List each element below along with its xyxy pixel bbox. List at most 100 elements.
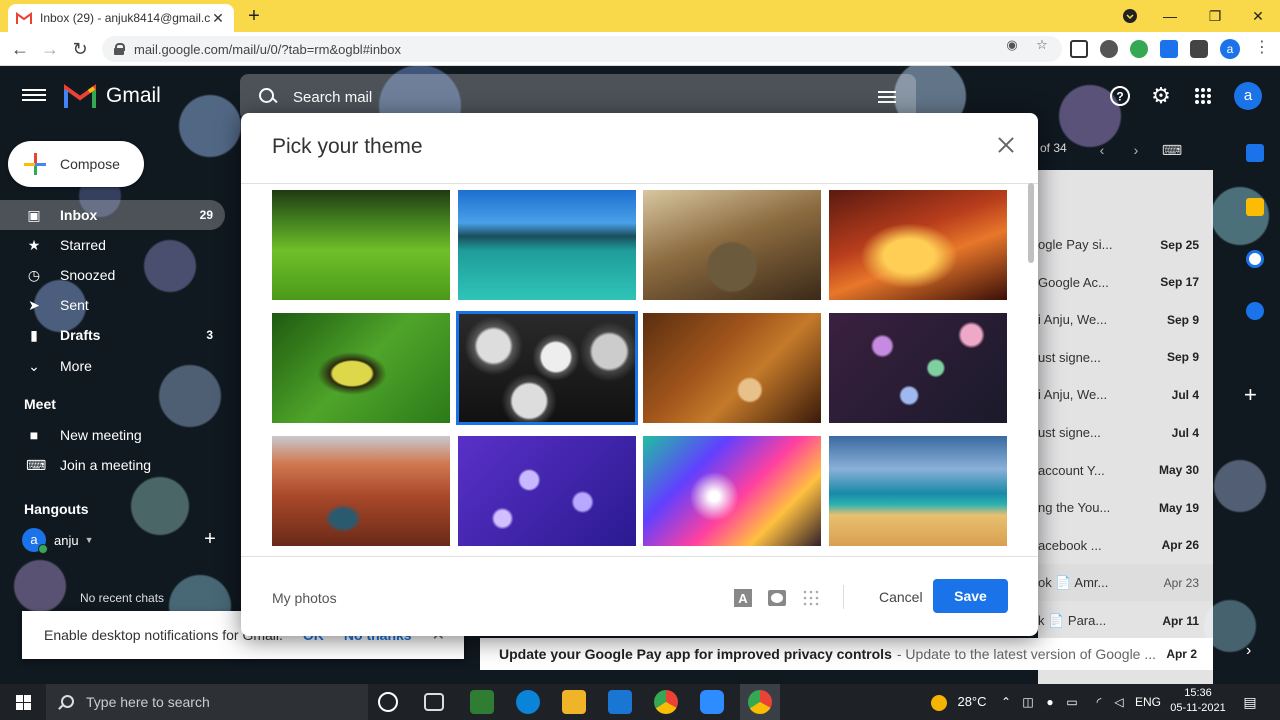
zoom-app-icon[interactable] <box>700 690 724 714</box>
restore-icon[interactable]: ❐ <box>1203 4 1227 28</box>
chrome-icon[interactable] <box>654 690 678 714</box>
extension-blue-icon[interactable] <box>1160 40 1178 58</box>
dialog-scrollbar[interactable] <box>1028 183 1034 263</box>
extensions-puzzle-icon[interactable] <box>1190 40 1208 58</box>
gmail-logo[interactable]: Gmail <box>64 84 161 108</box>
email-row[interactable]: ok 📄 Amr... Apr 23 <box>1038 564 1213 602</box>
cancel-button[interactable]: Cancel <box>867 579 935 615</box>
microphone-icon[interactable]: ● <box>1042 684 1058 720</box>
bookmark-star-icon[interactable]: ☆ <box>1032 37 1052 55</box>
cortana-icon[interactable] <box>378 692 398 712</box>
browser-tab[interactable]: Inbox (29) - anjuk8414@gmail.com ✕ <box>8 4 234 32</box>
email-row[interactable]: account Y... May 30 <box>1038 452 1213 489</box>
window-close-icon[interactable]: ✕ <box>1246 4 1270 28</box>
add-addon-icon[interactable]: + <box>1244 382 1257 408</box>
email-row[interactable]: ng the You... May 19 <box>1038 489 1213 526</box>
vignette-icon[interactable] <box>767 589 787 607</box>
reload-icon[interactable]: ↻ <box>68 37 92 61</box>
theme-thumbnail-beach[interactable] <box>828 436 1007 546</box>
back-icon[interactable]: ← <box>8 37 32 61</box>
newer-page-icon[interactable]: ‹ <box>1090 138 1114 162</box>
tab-search-icon[interactable] <box>1118 4 1142 28</box>
email-row[interactable]: acebook ... Apr 26 <box>1038 527 1213 564</box>
cast-icon[interactable] <box>1070 40 1088 58</box>
browser-menu-icon[interactable]: ⋮ <box>1252 37 1272 56</box>
input-language[interactable]: ENG <box>1134 684 1162 720</box>
sidebar-item-more[interactable]: ⌄ More <box>0 351 225 381</box>
tab-close-icon[interactable]: ✕ <box>210 10 226 27</box>
chrome-active-icon[interactable] <box>748 690 772 714</box>
tray-app-icon[interactable]: ◫ <box>1020 684 1036 720</box>
forward-icon[interactable]: → <box>38 37 62 61</box>
email-row[interactable]: k 📄 Para... Apr 11 <box>1038 602 1213 639</box>
edge-browser-icon[interactable] <box>516 690 540 714</box>
extension-green-icon[interactable] <box>1130 40 1148 58</box>
sidebar-item-starred[interactable]: ★ Starred <box>0 230 225 260</box>
expand-side-panel-icon[interactable]: › <box>1246 642 1251 660</box>
theme-thumbnail-caterpillar[interactable] <box>272 313 450 423</box>
windows-start-icon[interactable] <box>0 684 46 720</box>
account-avatar[interactable]: a <box>1234 82 1262 110</box>
sidebar-item-inbox[interactable]: ▣ Inbox 29 <box>0 200 225 230</box>
hangouts-user[interactable]: a anju ▼ <box>22 528 94 554</box>
email-row[interactable]: ust signe... Sep 9 <box>1038 339 1213 376</box>
blur-icon[interactable] <box>801 589 821 607</box>
tasks-icon[interactable] <box>1246 250 1264 268</box>
eye-icon[interactable]: ◉ <box>1002 37 1022 55</box>
battery-icon[interactable]: ▭ <box>1064 684 1080 720</box>
theme-thumbnail-horseshoe-bend[interactable] <box>272 436 450 546</box>
task-view-icon[interactable] <box>424 693 444 711</box>
theme-thumbnail-autumn-leaves[interactable] <box>643 313 821 423</box>
calendar-icon[interactable] <box>1246 144 1264 162</box>
text-background-icon[interactable]: A <box>733 589 753 607</box>
weather-temp[interactable]: 28°C <box>954 684 990 720</box>
theme-thumbnail-rainbow[interactable] <box>643 436 821 546</box>
theme-thumbnail-jellyfish[interactable] <box>457 436 636 546</box>
taskbar-search-box[interactable]: Type here to search <box>46 684 368 720</box>
tray-overflow-icon[interactable]: ⌃ <box>998 684 1014 720</box>
join-meeting-item[interactable]: ⌨ Join a meeting <box>0 450 225 480</box>
theme-thumbnail-bokeh[interactable] <box>828 313 1007 423</box>
email-row[interactable]: ogle Pay si... Sep 25 <box>1038 226 1213 263</box>
volume-muted-icon[interactable]: ◁ <box>1110 684 1128 720</box>
sidebar-item-drafts[interactable]: ▮ Drafts 3 <box>0 320 225 350</box>
new-meeting-item[interactable]: ■ New meeting <box>0 420 225 450</box>
mail-app-icon[interactable] <box>608 690 632 714</box>
url-field[interactable]: mail.google.com/mail/u/0/?tab=rm&ogbl#in… <box>102 36 1062 62</box>
input-tools-icon[interactable]: ⌨ <box>1160 138 1184 162</box>
search-input[interactable]: Search mail <box>293 89 878 106</box>
dialog-close-icon[interactable] <box>996 135 1016 155</box>
theme-thumbnail-pipes[interactable] <box>455 311 638 425</box>
add-chat-icon[interactable]: + <box>200 528 220 551</box>
settings-gear-icon[interactable]: ⚙ <box>1149 84 1173 108</box>
apps-grid-icon[interactable] <box>1191 84 1215 108</box>
sidebar-item-sent[interactable]: ➤ Sent <box>0 290 225 320</box>
search-options-icon[interactable] <box>878 89 898 105</box>
email-row[interactable]: i Anju, We... Sep 9 <box>1038 301 1213 338</box>
search-icon[interactable] <box>258 87 278 107</box>
theme-thumbnail-grass[interactable] <box>272 190 450 300</box>
main-menu-icon[interactable] <box>22 86 46 106</box>
wifi-icon[interactable]: ◜ <box>1090 684 1108 720</box>
new-tab-icon[interactable]: + <box>244 4 264 28</box>
email-row[interactable]: i Anju, We... Jul 4 <box>1038 376 1213 413</box>
compose-button[interactable]: Compose <box>8 141 144 187</box>
keep-icon[interactable] <box>1246 198 1264 216</box>
browser-profile-avatar[interactable]: a <box>1220 39 1240 59</box>
file-explorer-icon[interactable] <box>562 690 586 714</box>
sidebar-item-snoozed[interactable]: ◷ Snoozed <box>0 260 225 290</box>
save-button[interactable]: Save <box>933 579 1008 613</box>
extension-bulb-icon[interactable] <box>1100 40 1118 58</box>
my-photos-link[interactable]: My photos <box>272 590 337 606</box>
theme-thumbnail-lake[interactable] <box>457 190 636 300</box>
taskbar-clock[interactable]: 15:36 05-11-2021 <box>1166 686 1230 716</box>
theme-thumbnail-canyon[interactable] <box>828 190 1007 300</box>
email-row[interactable]: ust signe... Jul 4 <box>1038 414 1213 451</box>
theme-thumbnail-chess[interactable] <box>643 190 821 300</box>
notifications-center-icon[interactable]: ▤ <box>1238 684 1262 720</box>
minimize-icon[interactable]: — <box>1158 4 1182 28</box>
older-page-icon[interactable]: › <box>1124 138 1148 162</box>
contacts-icon[interactable] <box>1246 302 1264 320</box>
email-row[interactable]: Google Ac... Sep 17 <box>1038 264 1213 301</box>
help-icon[interactable]: ? <box>1108 84 1132 108</box>
